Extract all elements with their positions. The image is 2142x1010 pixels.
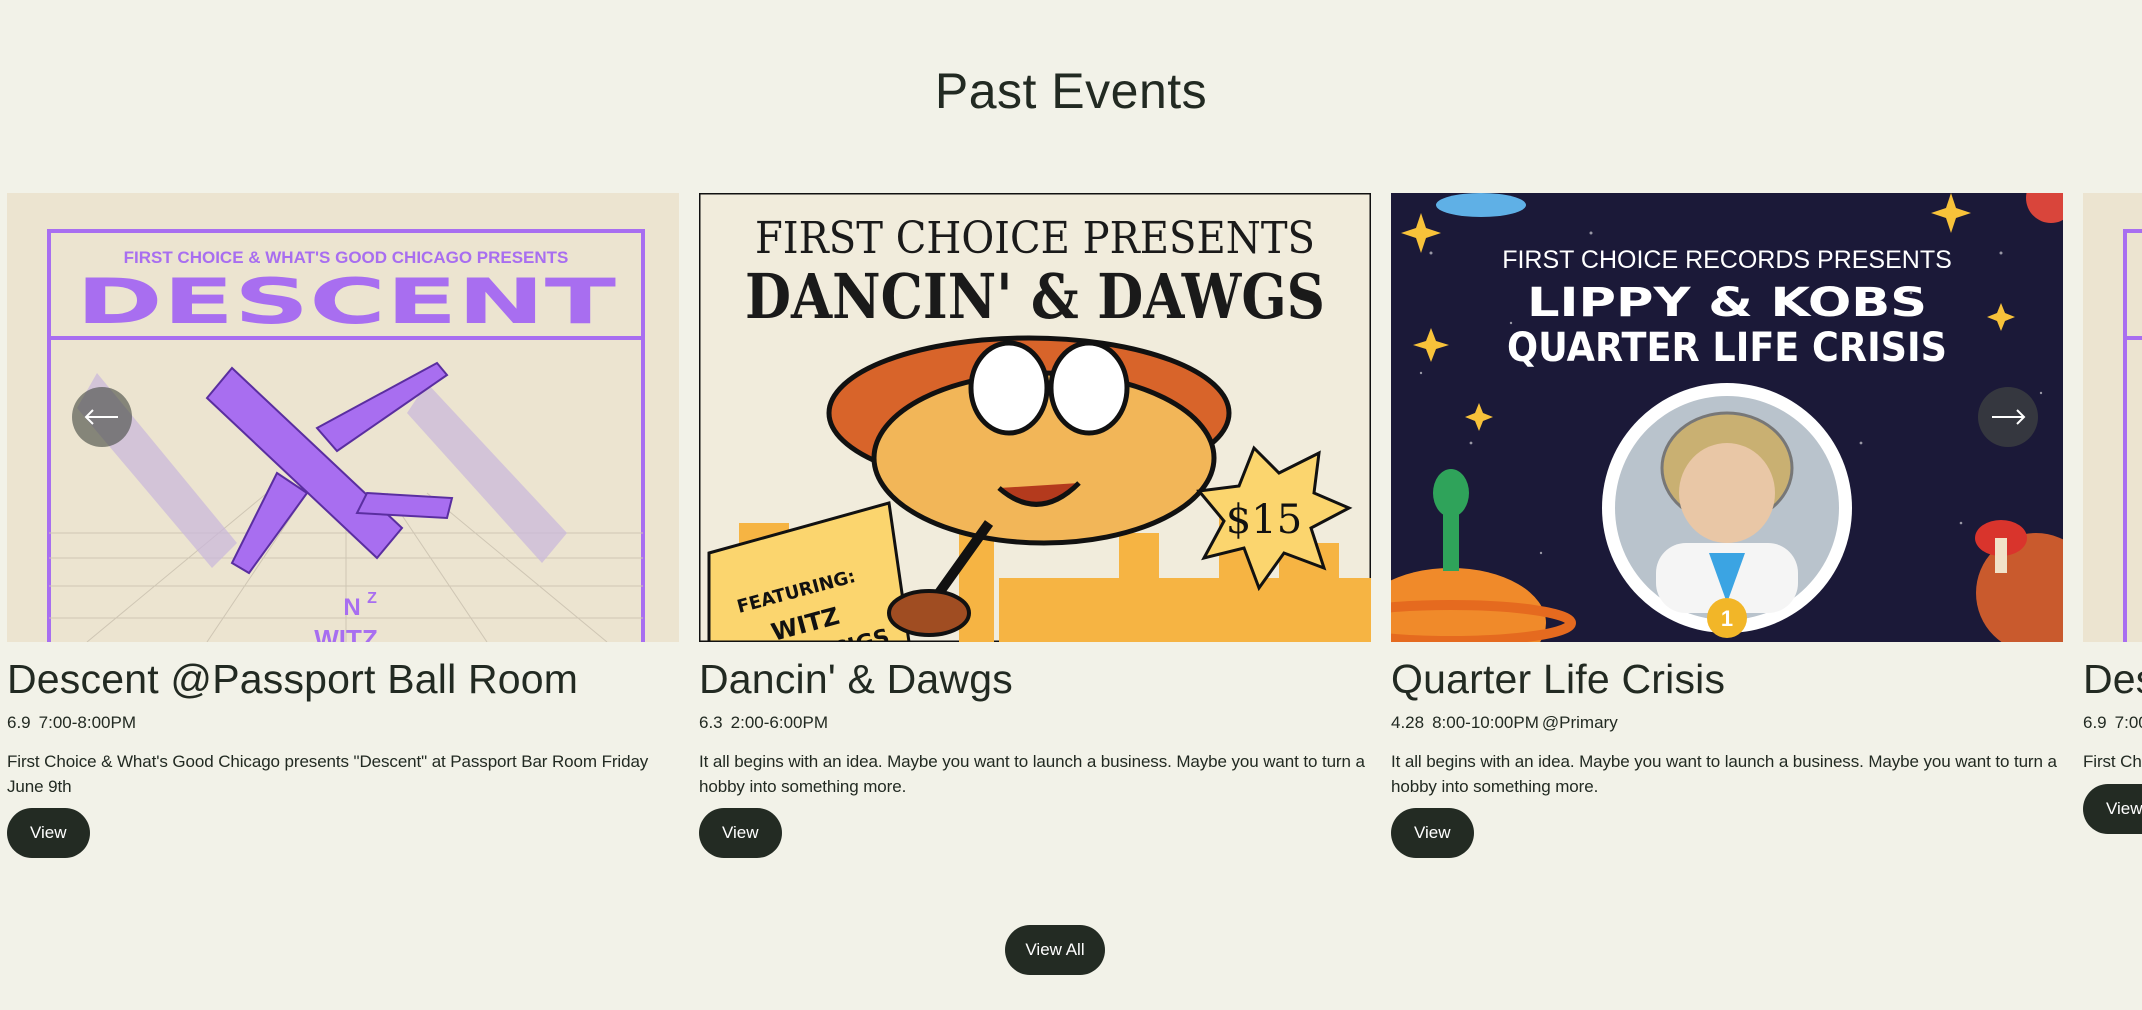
event-time: 2:00-6:00PM [730,713,828,732]
poster-medal: 1 [1721,606,1733,631]
event-date: 6.9 [2083,713,2107,732]
poster-top-line: FIRST CHOICE PRESENTS [755,213,1315,264]
event-date: 6.3 [699,713,723,732]
event-meta: 6.3 2:00-6:00PM [699,712,1371,734]
event-title: Dancin' & Dawgs [699,656,1013,702]
event-time: 8:00-10:00PM [1432,713,1539,732]
event-title: Descent @Passport Ball Room [2083,656,2142,702]
view-all-button[interactable]: View All [1005,925,1105,975]
poster-top-line: FIRST CHOICE RECORDS PRESENTS [1502,246,1952,274]
view-event-button[interactable]: View [699,808,782,858]
poster-headline: DESCENT [76,265,616,338]
event-time: 7:00-8:00PM [38,713,136,732]
poster-small-1: N [343,594,360,621]
arrow-right-icon [1992,409,2026,425]
events-carousel: FIRST CHOICE & WHAT'S GOOD CHICAGO PRESE… [0,193,2142,893]
event-title: Descent @Passport Ball Room [7,656,579,702]
event-date: 4.28 [1391,713,1425,732]
view-event-button[interactable]: View [1391,808,1474,858]
event-description: First Choice & What's Good Chicago prese… [7,752,649,796]
event-date: 6.9 [7,713,31,732]
event-card: FIRST CHOICE & WHAT'S GOOD CHICAGO PRESE… [7,193,679,858]
event-meta: 4.28 8:00-10:00PM @Primary [1391,712,2063,734]
event-description: It all begins with an idea. Maybe you wa… [699,752,1365,796]
section-title: Past Events [934,63,1208,119]
event-title: Quarter Life Crisis [1391,656,1726,702]
event-meta: 6.9 7:00-8:00PM [2083,712,2142,734]
poster-headline-2: QUARTER LIFE CRISIS [1507,325,1947,371]
event-card: FIRST CHOICE RECORDS PRESENTS LIPPY & KO… [1391,193,2063,858]
event-card: Descent @Passport Ball Room 6.9 7:00-8:00… [2083,193,2142,834]
poster-small-sup: Z [367,590,377,607]
carousel-prev-button[interactable] [72,387,132,447]
arrow-left-icon [84,409,118,425]
view-event-button[interactable]: View [7,808,90,858]
carousel-next-button[interactable] [1978,387,2038,447]
poster-price: $15 [1226,497,1302,543]
event-description: First Choice & What's Good Chicago prese… [2083,752,2142,771]
poster-small-2: WITZ [314,624,378,642]
event-card: FIRST CHOICE PRESENTS DANCIN' & DAWGS FE… [699,193,1371,858]
event-poster-descent[interactable] [2083,193,2142,642]
event-poster-dancin-dawgs[interactable]: FIRST CHOICE PRESENTS DANCIN' & DAWGS FE… [699,193,1371,642]
event-venue: @Primary [1541,713,1618,732]
poster-headline: DANCIN' & DAWGS [745,260,1325,333]
event-meta: 6.9 7:00-8:00PM [7,712,679,734]
view-event-button[interactable]: View [2083,783,2142,834]
event-poster-quarter-life-crisis[interactable]: FIRST CHOICE RECORDS PRESENTS LIPPY & KO… [1391,193,2063,642]
event-description: It all begins with an idea. Maybe you wa… [1391,752,2057,796]
poster-headline-1: LIPPY & KOBS [1527,280,1927,326]
event-time: 7:00-8:00PM [2114,713,2142,732]
